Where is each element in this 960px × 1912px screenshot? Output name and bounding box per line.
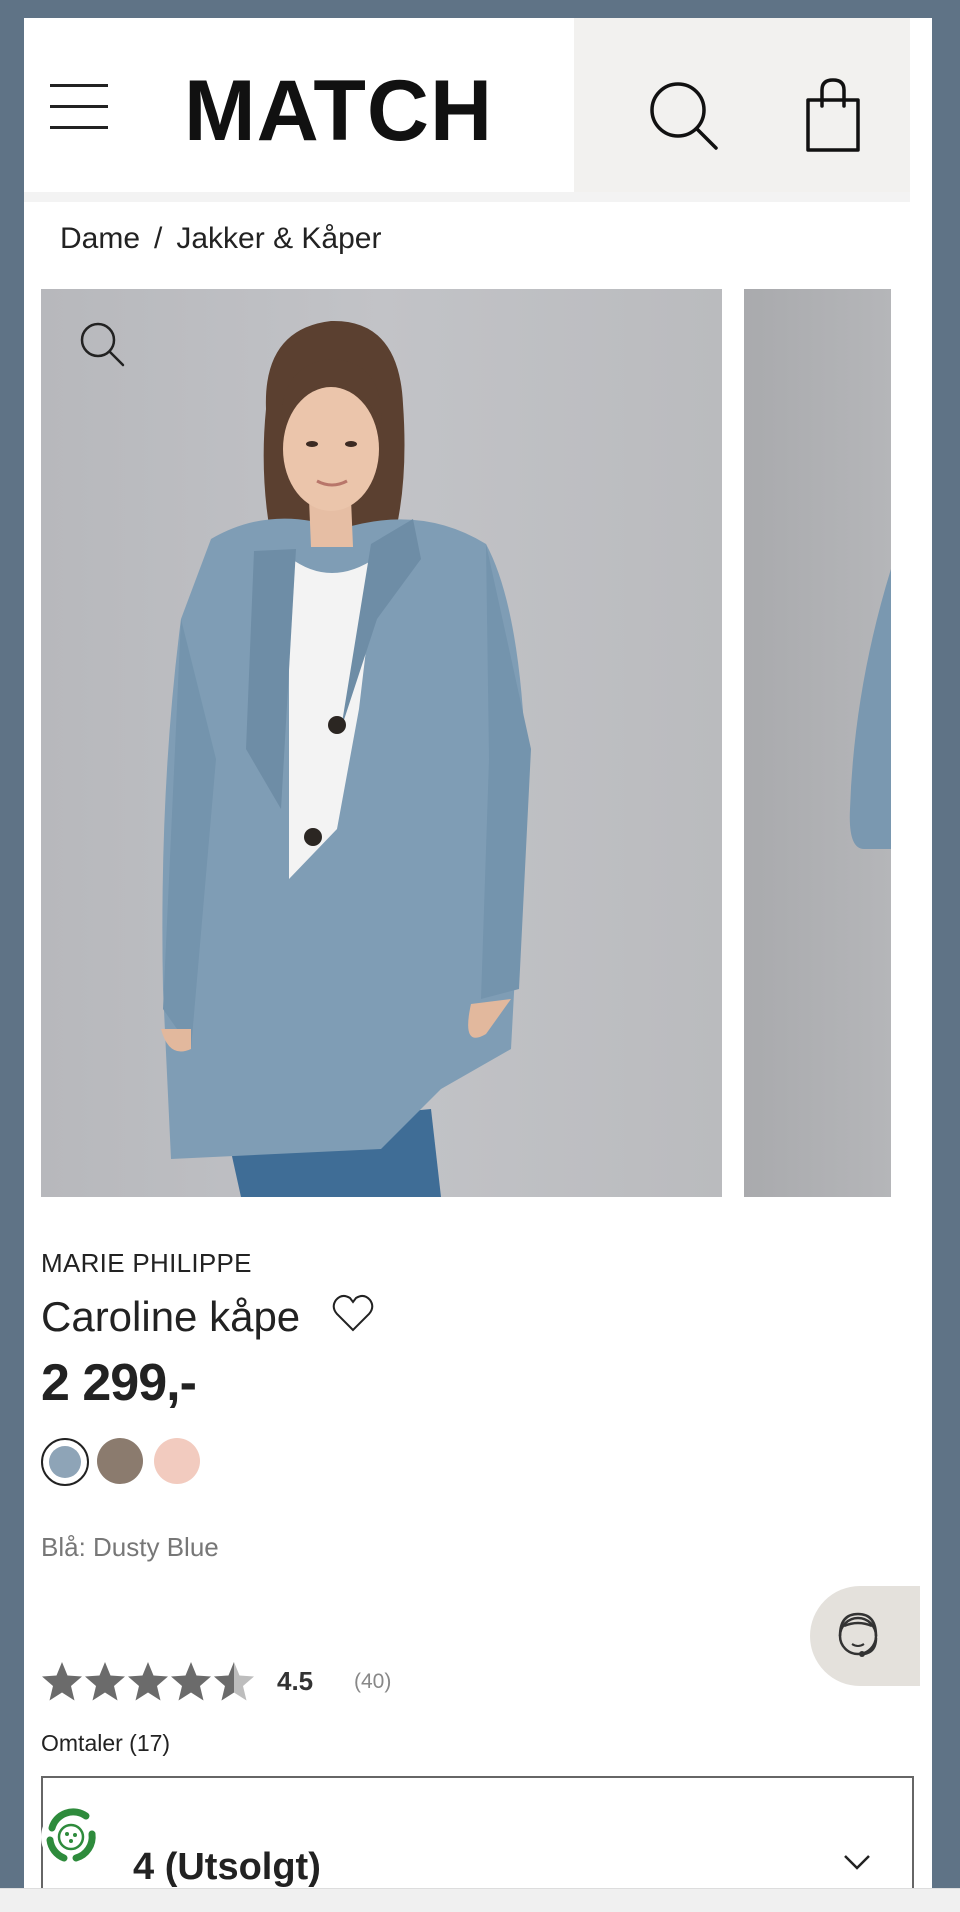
product-photo [161,320,531,1197]
product-page: MATCH Dame / Jakker & Kåper MARIE PHILIP… [24,18,932,1912]
next-product-photo [849,569,891,849]
swatch-brown[interactable] [97,1438,145,1486]
wishlist-button[interactable] [330,1290,376,1336]
site-header: MATCH [24,18,910,202]
swatch-dusty-blue[interactable] [41,1438,89,1486]
rating-value: 4.5 [277,1666,314,1696]
eco-badge-button[interactable] [38,1804,104,1870]
breadcrumb-item-jakker[interactable]: Jakker & Kåper [176,222,381,255]
shopping-bag-icon [806,78,860,152]
breadcrumb: Dame / Jakker & Kåper [60,222,381,256]
breadcrumb-item-dame[interactable]: Dame [60,222,140,255]
support-agent-icon [838,1612,878,1657]
product-price: 2 299,- [41,1354,197,1412]
rating-stars [42,1662,254,1701]
rating-count: (40) [354,1670,392,1693]
swatch-color [154,1438,200,1484]
star-full [42,1662,82,1701]
header-divider [24,192,910,202]
product-brand[interactable]: MARIE PHILIPPE [41,1248,252,1279]
reviews-link[interactable]: Omtaler (17) [41,1730,170,1757]
customer-support-button[interactable] [810,1586,920,1686]
swatch-pink[interactable] [154,1438,202,1486]
hamburger-menu-icon[interactable] [50,84,108,130]
selected-color-label: Blå: Dusty Blue [41,1532,219,1562]
product-title: Caroline kåpe [41,1293,301,1340]
product-gallery[interactable] [41,289,915,1197]
shopping-bag-button[interactable] [794,76,874,156]
breadcrumb-separator: / [154,222,163,255]
swatch-color [49,1446,81,1478]
browser-bottom-bar [0,1888,960,1912]
size-selected-value: 4 (Utsolgt) [133,1846,321,1888]
product-image-next[interactable] [744,289,891,1197]
site-logo[interactable]: MATCH [184,68,493,154]
star-full [128,1662,168,1701]
zoom-icon [80,322,125,367]
heart-icon [332,1294,374,1332]
star-full [171,1662,211,1701]
star-half [214,1662,254,1701]
chevron-down-icon [844,1855,870,1870]
product-image-main[interactable] [41,289,722,1197]
search-button[interactable] [644,76,724,156]
swatch-color [97,1438,143,1484]
star-full [85,1662,125,1701]
zoom-button[interactable] [77,319,129,371]
search-icon [650,82,718,150]
eco-recycle-icon [41,1807,101,1867]
